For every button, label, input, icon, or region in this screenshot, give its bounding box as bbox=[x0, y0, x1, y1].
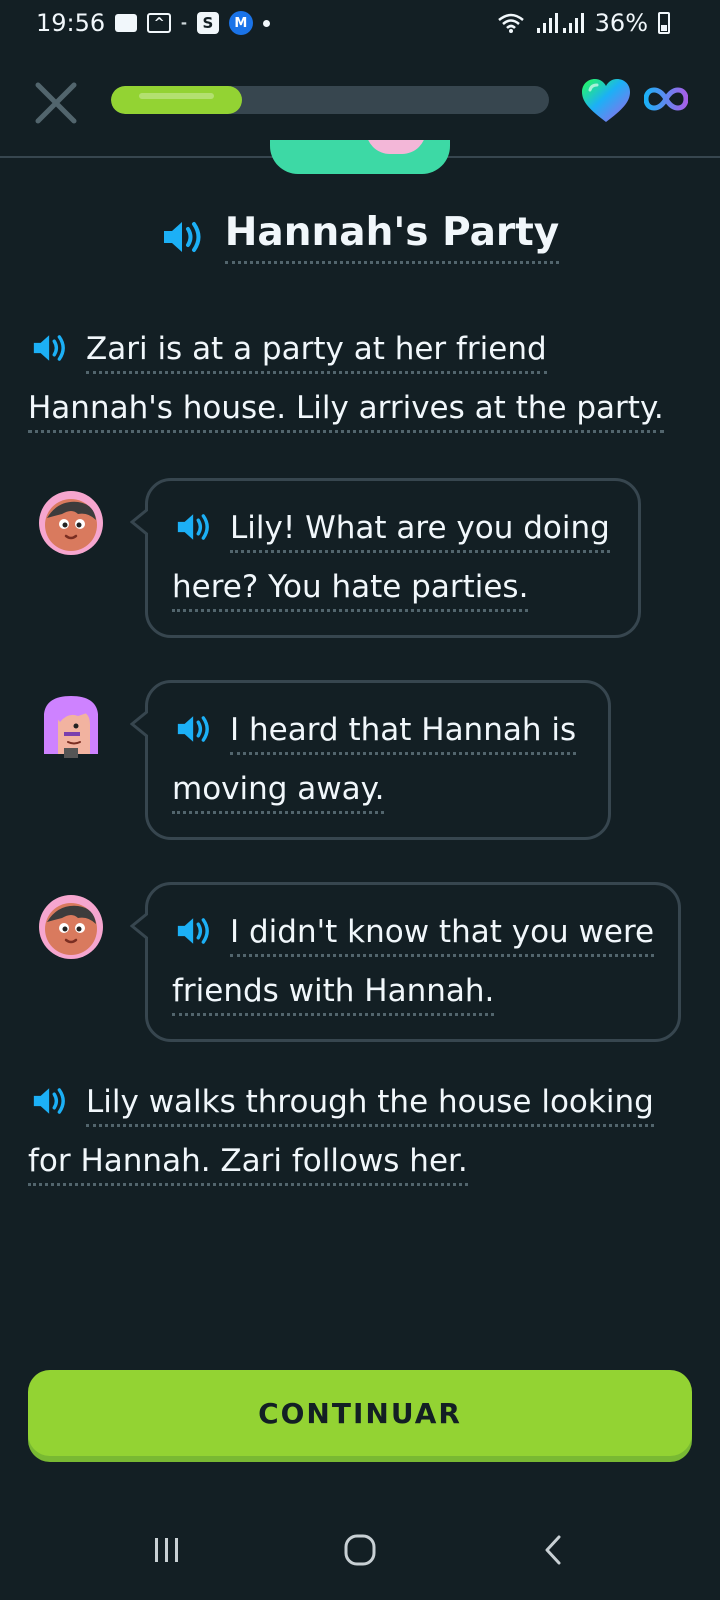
zari-avatar bbox=[39, 895, 103, 959]
m-app-icon: M bbox=[228, 11, 253, 35]
narration-outro: Lily walks through the house looking for… bbox=[28, 1073, 688, 1191]
story-illustration bbox=[270, 140, 450, 174]
heart-icon bbox=[582, 79, 630, 122]
speaker-icon[interactable] bbox=[161, 217, 205, 257]
s-app-icon: S bbox=[196, 12, 219, 34]
signal-icon bbox=[536, 13, 584, 33]
recent-apps-icon bbox=[154, 1538, 178, 1562]
status-left: 19:56 ^ ▬ S M bbox=[36, 9, 270, 37]
system-nav-bar bbox=[0, 1500, 720, 1600]
wifi-icon bbox=[497, 13, 524, 33]
zari-avatar bbox=[39, 491, 103, 555]
infinity-icon bbox=[644, 87, 688, 111]
speech-bubble: Lily! What are you doing here? You hate … bbox=[130, 478, 641, 638]
speech-bubble: I heard that Hannah is moving away. bbox=[130, 680, 611, 840]
speaker-icon[interactable] bbox=[172, 914, 216, 948]
lesson-progress-bar bbox=[111, 86, 549, 114]
battery-icon bbox=[658, 12, 670, 34]
chat-icon bbox=[115, 14, 138, 32]
speaker-icon[interactable] bbox=[28, 331, 72, 365]
bubble-tail bbox=[130, 509, 148, 535]
close-icon[interactable] bbox=[30, 77, 82, 129]
speaker-icon[interactable] bbox=[172, 510, 216, 544]
story-title-row: Hannah's Party bbox=[0, 210, 720, 264]
back-icon bbox=[545, 1535, 561, 1565]
tiny-app-icon: ▬ bbox=[181, 19, 187, 27]
dialogue-text[interactable]: Lily! What are you doing here? You hate … bbox=[172, 510, 610, 612]
status-right: 36% bbox=[497, 9, 670, 37]
battery-percent: 36% bbox=[594, 9, 648, 37]
back-button[interactable] bbox=[523, 1520, 583, 1580]
narration-text[interactable]: Lily walks through the house looking for… bbox=[28, 1084, 654, 1186]
speech-bubble: I didn't know that you were friends with… bbox=[130, 882, 681, 1042]
status-time: 19:56 bbox=[36, 9, 106, 37]
lesson-progress-fill bbox=[111, 86, 243, 114]
bubble-tail bbox=[130, 913, 148, 939]
speaker-icon[interactable] bbox=[28, 1084, 72, 1118]
status-bar: 19:56 ^ ▬ S M 36% bbox=[0, 0, 720, 46]
recent-apps-button[interactable] bbox=[137, 1520, 197, 1580]
story-title[interactable]: Hannah's Party bbox=[224, 210, 560, 264]
speaker-icon[interactable] bbox=[172, 712, 216, 746]
notification-dot-icon bbox=[262, 19, 270, 27]
continue-button[interactable]: CONTINUAR bbox=[28, 1370, 692, 1456]
narration-intro: Zari is at a party at her friend Hannah'… bbox=[28, 320, 688, 438]
dialogue-text[interactable]: I didn't know that you were friends with… bbox=[172, 914, 655, 1016]
dialogue-text[interactable]: I heard that Hannah is moving away. bbox=[172, 712, 577, 814]
narration-text[interactable]: Zari is at a party at her friend Hannah'… bbox=[28, 331, 664, 433]
lily-avatar bbox=[44, 696, 98, 758]
triangle-app-icon: ^ bbox=[147, 13, 172, 33]
home-button[interactable] bbox=[330, 1520, 390, 1580]
home-icon bbox=[344, 1534, 376, 1566]
bubble-tail bbox=[130, 711, 148, 737]
